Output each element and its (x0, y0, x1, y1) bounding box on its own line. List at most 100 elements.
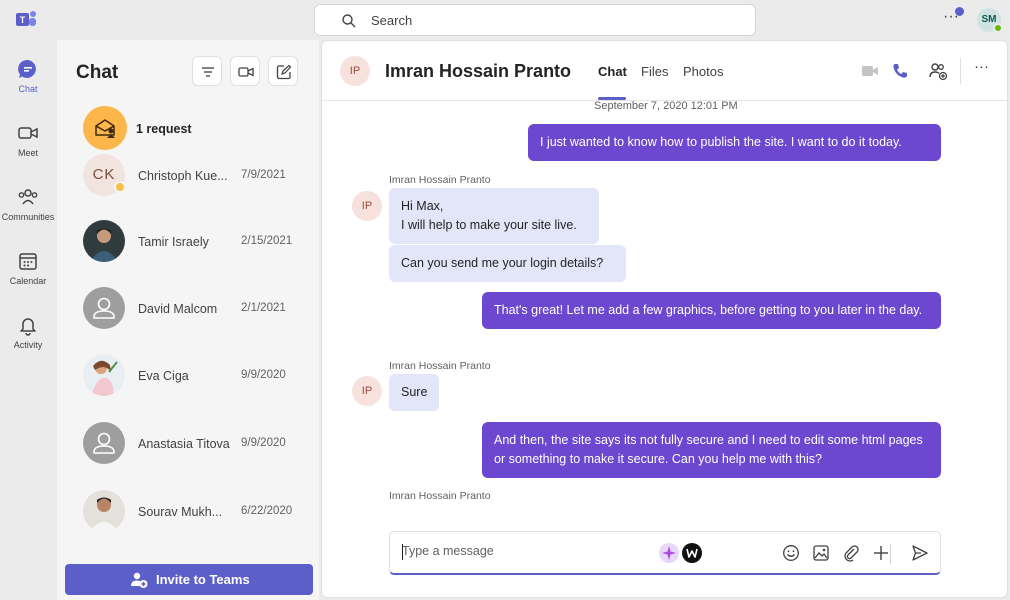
meet-now-button[interactable] (230, 56, 260, 86)
video-icon (18, 127, 38, 139)
chat-date: 6/22/2020 (241, 505, 293, 517)
teams-logo-icon[interactable]: T (14, 8, 38, 32)
chat-list-item[interactable]: David Malcom 2/1/2021 (83, 287, 303, 333)
chat-date: 2/1/2021 (241, 302, 286, 314)
text-caret (402, 544, 403, 560)
composer-divider (890, 544, 891, 564)
contact-name: Eva Ciga (138, 369, 189, 383)
video-call-icon[interactable] (860, 61, 880, 81)
tab-files[interactable]: Files (641, 64, 668, 79)
person-placeholder-icon (93, 297, 115, 319)
calendar-icon (19, 253, 37, 270)
avatar (83, 220, 125, 262)
svg-text:T: T (20, 15, 26, 25)
new-chat-button[interactable] (268, 56, 298, 86)
tab-chat[interactable]: Chat (598, 64, 627, 79)
chat-list-item[interactable]: Anastasia Titova 9/9/2020 (83, 422, 303, 468)
chat-date: 9/9/2020 (241, 369, 286, 381)
filter-button[interactable] (192, 56, 222, 86)
incoming-message[interactable]: Can you send me your login details? (389, 245, 626, 282)
rail-label: Activity (13, 340, 43, 350)
chat-date: 2/15/2021 (241, 235, 293, 247)
chat-list-item[interactable]: Eva Ciga 9/9/2020 (83, 354, 303, 400)
plus-icon[interactable] (872, 544, 890, 562)
chat-icon (18, 59, 36, 78)
avatar (83, 422, 125, 464)
invite-to-teams-button[interactable]: Invite to Teams (65, 564, 313, 595)
rail-item-chat[interactable]: Chat (0, 52, 56, 112)
search-box[interactable]: Search (314, 4, 756, 36)
incoming-message[interactable]: Sure (389, 374, 440, 411)
chat-list-title: Chat (76, 62, 119, 83)
avatar (83, 490, 125, 532)
message-input[interactable]: Type a message (402, 544, 494, 558)
compose-icon (276, 64, 292, 80)
more-options-icon[interactable]: ··· (974, 59, 989, 74)
filter-icon (202, 67, 214, 77)
rail-item-calendar[interactable]: Calendar (0, 244, 56, 304)
envelope-person-icon (95, 119, 115, 138)
attach-icon[interactable] (842, 544, 860, 562)
sender-name: Imran Hossain Pranto (389, 360, 491, 372)
add-person-icon (131, 572, 148, 588)
chat-date: 7/9/2021 (241, 169, 286, 181)
contact-avatar[interactable]: IP (340, 56, 370, 86)
chat-list-item[interactable]: Tamir Israely 2/15/2021 (83, 220, 303, 266)
header-divider (960, 58, 961, 84)
contact-name: Anastasia Titova (138, 437, 230, 451)
search-icon (342, 14, 356, 28)
contact-name: David Malcom (138, 302, 218, 316)
message-line: I will help to make your site live. (401, 218, 577, 232)
sender-avatar[interactable]: IP (352, 376, 382, 406)
tab-photos[interactable]: Photos (683, 64, 723, 79)
chat-list-item[interactable]: Sourav Mukh... 6/22/2020 (83, 490, 303, 536)
loop-app-icon[interactable] (681, 542, 703, 564)
message-line: Hi Max, (401, 199, 444, 213)
rail-label: Meet (17, 148, 38, 158)
message-timestamp: September 7, 2020 12:01 PM (594, 100, 738, 112)
conversation-pane: IP Imran Hossain Pranto Chat Files Photo… (321, 40, 1008, 598)
rail-item-activity[interactable]: Activity (0, 308, 56, 368)
invite-label: Invite to Teams (156, 572, 250, 587)
outgoing-message[interactable]: I just wanted to know how to publish the… (528, 124, 941, 161)
phone-call-icon[interactable] (890, 61, 910, 81)
search-input[interactable]: Search (371, 13, 412, 28)
communities-icon (18, 189, 38, 205)
rail-item-communities[interactable]: Communities (0, 180, 56, 240)
chat-list-item[interactable]: CK Christoph Kue... 7/9/2021 (83, 154, 303, 200)
avatar (83, 354, 125, 396)
chat-date: 9/9/2020 (241, 437, 286, 449)
app-rail: T Chat Meet Communities Calendar Activit… (0, 0, 56, 600)
outgoing-message[interactable]: And then, the site says its not fully se… (482, 422, 941, 478)
contact-name: Imran Hossain Pranto (385, 61, 572, 81)
message-composer[interactable]: Type a message (389, 531, 941, 575)
notification-dot (955, 7, 964, 16)
video-icon (238, 67, 254, 77)
person-photo-icon (83, 490, 125, 532)
bell-icon (20, 318, 36, 336)
conversation-header: IP Imran Hossain Pranto Chat Files Photo… (322, 41, 1007, 101)
image-icon[interactable] (812, 544, 830, 562)
send-icon[interactable] (911, 544, 929, 562)
contact-name: Christoph Kue... (138, 169, 228, 183)
presence-available-icon (993, 23, 1003, 33)
avatar (83, 287, 125, 329)
rail-label: Calendar (9, 276, 47, 286)
message-request-item[interactable]: 1 request (83, 106, 313, 152)
emoji-icon[interactable] (782, 544, 800, 562)
status-away-icon (114, 181, 126, 193)
incoming-message[interactable]: Hi Max, I will help to make your site li… (389, 188, 599, 244)
rail-label: Chat (18, 84, 38, 94)
sender-name: Imran Hossain Pranto (389, 490, 491, 502)
add-people-icon[interactable] (928, 61, 948, 81)
person-photo-icon (83, 220, 125, 262)
copilot-icon[interactable] (658, 542, 680, 564)
rail-label: Communities (1, 212, 55, 222)
request-avatar (83, 106, 127, 150)
rail-item-meet[interactable]: Meet (0, 116, 56, 176)
person-photo-icon (83, 354, 125, 396)
request-label: 1 request (136, 122, 192, 136)
sender-avatar[interactable]: IP (352, 191, 382, 221)
person-placeholder-icon (93, 432, 115, 454)
outgoing-message[interactable]: That's great! Let me add a few graphics,… (482, 292, 941, 329)
